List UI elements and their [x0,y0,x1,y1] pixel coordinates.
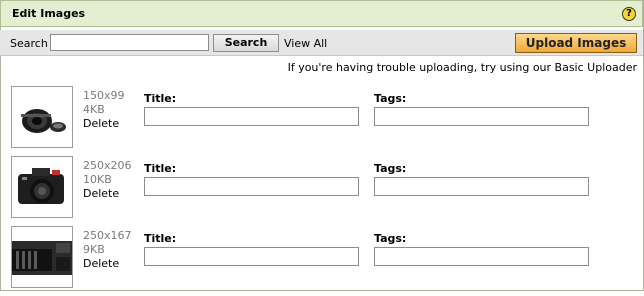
image-row: 250x206 10KB Delete Title: Tags: [0,156,643,226]
search-label: Search [10,37,48,50]
image-dimensions: 150x99 [83,89,125,102]
panel-header: Edit Images ? [0,0,643,27]
title-field[interactable] [144,107,359,126]
title-label: Title: [144,162,177,175]
search-toolbar: Search Search View All Upload Images [0,30,643,56]
image-size: 4KB [83,103,105,116]
image-dimensions: 250x167 [83,229,132,242]
title-field[interactable] [144,177,359,196]
camera-lens-icon [12,87,72,147]
help-icon[interactable]: ? [622,7,636,21]
tags-label: Tags: [374,92,407,105]
panel-title: Edit Images [12,7,86,20]
image-size: 9KB [83,243,105,256]
tags-field[interactable] [374,107,589,126]
image-row: 250x167 9KB Delete Title: Tags: [0,226,643,296]
search-input[interactable] [50,34,209,51]
title-label: Title: [144,232,177,245]
image-size: 10KB [83,173,112,186]
title-field[interactable] [144,247,359,266]
tags-field[interactable] [374,247,589,266]
image-dimensions: 250x206 [83,159,132,172]
image-thumbnail[interactable] [11,156,73,218]
camera-closeup-icon [12,227,72,287]
tags-label: Tags: [374,232,407,245]
delete-link[interactable]: Delete [83,257,119,270]
tags-label: Tags: [374,162,407,175]
delete-link[interactable]: Delete [83,187,119,200]
image-thumbnail[interactable] [11,226,73,288]
view-all-link[interactable]: View All [284,37,327,50]
basic-uploader-notice[interactable]: If you're having trouble uploading, try … [288,61,637,74]
image-row: 150x99 4KB Delete Title: Tags: [0,86,643,156]
search-button[interactable]: Search [213,34,279,52]
image-thumbnail[interactable] [11,86,73,148]
dslr-camera-icon [12,157,72,217]
title-label: Title: [144,92,177,105]
tags-field[interactable] [374,177,589,196]
upload-images-button[interactable]: Upload Images [515,33,637,53]
delete-link[interactable]: Delete [83,117,119,130]
